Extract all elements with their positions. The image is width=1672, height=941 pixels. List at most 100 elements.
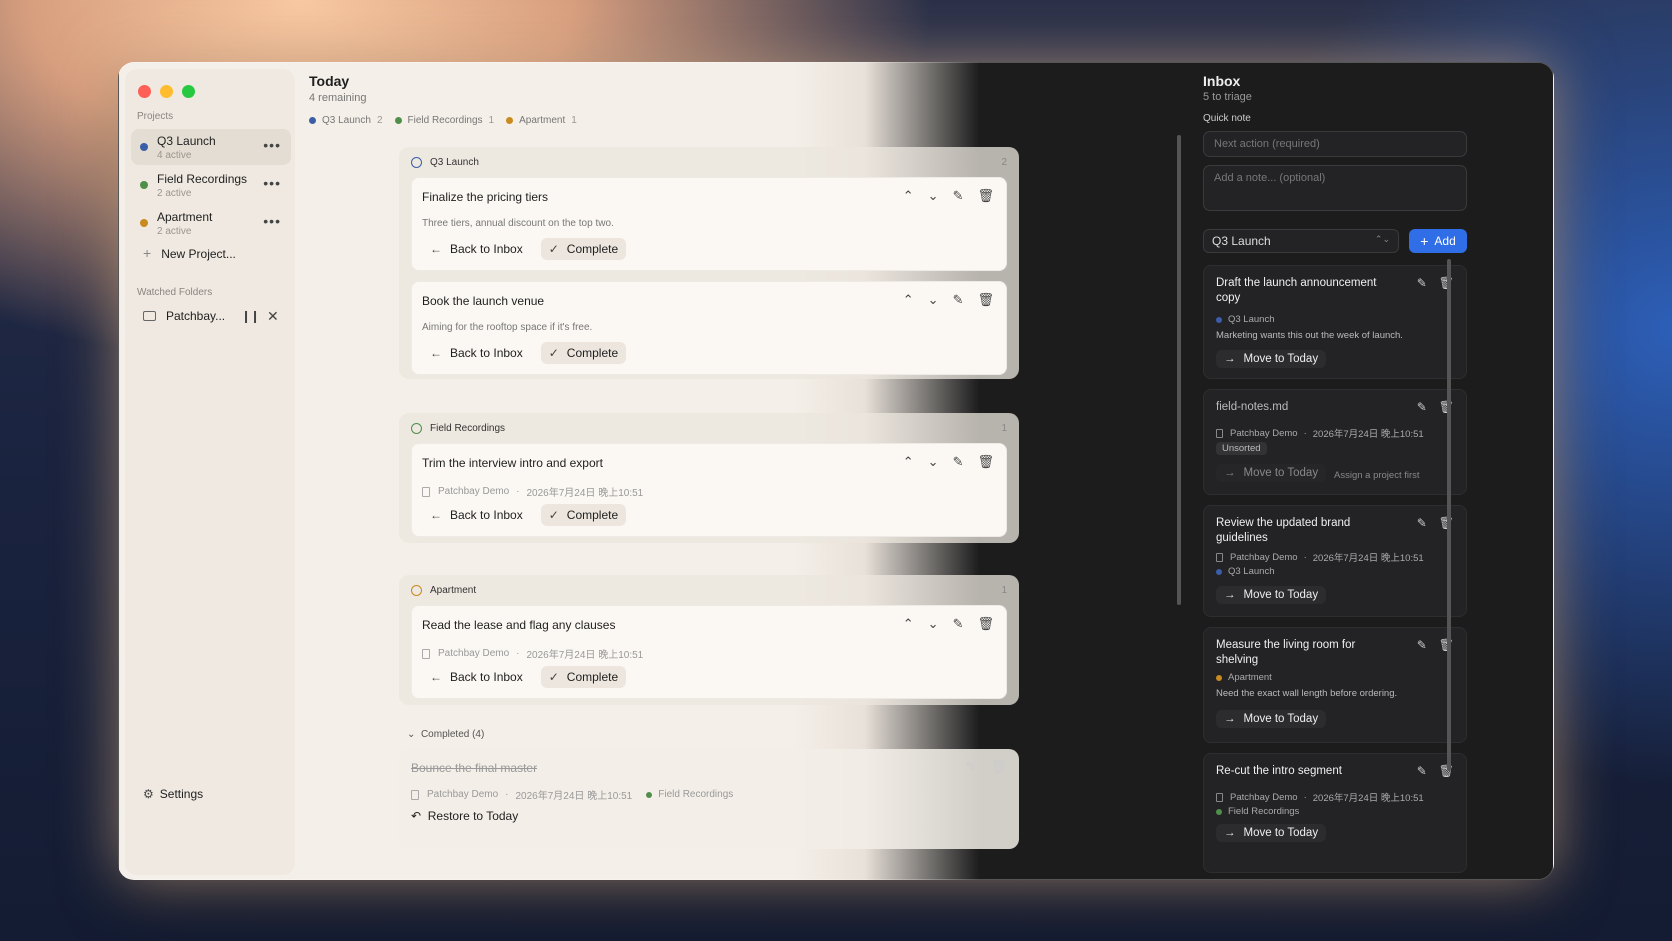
more-icon[interactable]: ••• xyxy=(263,175,281,191)
source-name: Patchbay Demo xyxy=(427,789,499,800)
completed-task-card[interactable]: Bounce the final master ✎ 🗑 Patchbay Dem… xyxy=(399,749,1019,849)
sidebar: Projects Q3 Launch 4 active ••• Field Re… xyxy=(125,69,295,875)
project-color-dot xyxy=(506,117,514,124)
chevron-down-icon[interactable]: ⌄ xyxy=(928,188,939,204)
gear-icon: ⚙ xyxy=(143,787,154,801)
trash-icon[interactable]: 🗑 xyxy=(990,759,1007,775)
sidebar-project-q3-launch[interactable]: Q3 Launch 4 active ••• xyxy=(131,129,291,165)
move-to-today-button[interactable]: → Move to Today xyxy=(1216,464,1327,482)
remove-folder-icon[interactable]: ✕ xyxy=(267,308,279,325)
settings-button[interactable]: ⚙ Settings xyxy=(143,787,203,801)
source-date: 2026年7月24日 晚上10:51 xyxy=(1312,429,1424,440)
task-card[interactable]: Trim the interview intro and export ⌃ ⌄ … xyxy=(411,443,1007,537)
task-card[interactable]: Finalize the pricing tiers ⌃ ⌄ ✎ 🗑 Three… xyxy=(411,177,1007,271)
complete-button[interactable]: ✓ Complete xyxy=(540,666,627,688)
task-actions: ← Back to Inbox ✓ Complete xyxy=(422,238,627,260)
arrow-right-icon: → xyxy=(1224,353,1236,365)
close-window-button[interactable] xyxy=(138,85,151,98)
trash-icon[interactable]: 🗑 xyxy=(977,616,994,632)
chip-q3-launch[interactable]: Q3 Launch 2 xyxy=(309,115,383,126)
complete-button[interactable]: ✓ Complete xyxy=(540,238,627,260)
back-to-inbox-button[interactable]: ← Back to Inbox xyxy=(422,666,531,688)
add-button[interactable]: + Add xyxy=(1409,229,1467,253)
chip-name: Q3 Launch xyxy=(322,115,371,126)
chevron-up-icon[interactable]: ⌃ xyxy=(903,188,914,204)
pencil-icon[interactable]: ✎ xyxy=(953,616,964,632)
back-to-inbox-button[interactable]: ← Back to Inbox xyxy=(422,504,531,526)
chip-field-recordings[interactable]: Field Recordings 1 xyxy=(394,115,494,126)
back-to-inbox-button[interactable]: ← Back to Inbox xyxy=(422,342,531,364)
pencil-icon[interactable]: ✎ xyxy=(1417,276,1427,290)
project-color-dot xyxy=(646,791,653,798)
checkmark-icon: ✓ xyxy=(548,670,559,684)
item-title: Draft the launch announcement copy xyxy=(1216,277,1377,304)
chip-apartment[interactable]: Apartment 1 xyxy=(506,115,577,126)
project-active-count: 2 active xyxy=(157,226,192,237)
inbox-item[interactable]: Re-cut the intro segment ✎ 🗑 Patchbay Dem… xyxy=(1203,753,1467,873)
group-apartment: Apartment 1 Read the lease and flag any … xyxy=(399,575,1019,705)
file-icon xyxy=(1216,792,1223,802)
project-name: Apartment xyxy=(157,210,213,224)
file-icon xyxy=(422,648,430,659)
task-tools: ✎ 🗑 xyxy=(966,759,1007,775)
move-to-today-button[interactable]: → Move to Today xyxy=(1216,824,1327,842)
more-icon[interactable]: ••• xyxy=(263,137,281,153)
inbox-item[interactable]: Draft the launch announcement copy ✎🗑 Q3… xyxy=(1203,265,1467,379)
chevron-down-icon[interactable]: ⌄ xyxy=(928,292,939,308)
more-icon[interactable]: ••• xyxy=(263,213,281,229)
project-select[interactable]: Q3 Launch ⌃⌄ xyxy=(1203,229,1399,253)
chevron-down-icon[interactable]: ⌄ xyxy=(928,454,939,470)
pencil-icon[interactable]: ✎ xyxy=(953,188,964,204)
minimize-window-button[interactable] xyxy=(160,85,173,98)
chevron-down-icon[interactable]: ⌄ xyxy=(928,616,939,632)
chevron-up-icon[interactable]: ⌃ xyxy=(903,454,914,470)
next-action-input[interactable]: Next action (required) xyxy=(1203,131,1467,157)
inbox-item[interactable]: Review the updated brand guidelines ✎🗑 P… xyxy=(1203,505,1467,617)
pencil-icon[interactable]: ✎ xyxy=(1417,764,1427,778)
new-project-button[interactable]: + New Project... xyxy=(143,245,236,261)
move-label: Move to Today xyxy=(1243,713,1319,725)
unsorted-badge: Unsorted xyxy=(1216,442,1267,455)
inbox-item[interactable]: Measure the living room for shelving ✎🗑 … xyxy=(1203,627,1467,743)
move-to-today-button[interactable]: → Move to Today xyxy=(1216,710,1327,728)
item-project-name: Q3 Launch xyxy=(1228,566,1275,577)
file-icon xyxy=(422,486,430,497)
trash-icon[interactable]: 🗑 xyxy=(977,292,994,308)
inbox-scrollbar[interactable] xyxy=(1447,259,1451,771)
complete-button[interactable]: ✓ Complete xyxy=(540,342,627,364)
completed-toggle[interactable]: ⌄ Completed (4) xyxy=(407,729,484,740)
move-to-today-button[interactable]: → Move to Today xyxy=(1216,350,1327,368)
watched-folders-label: Watched Folders xyxy=(137,287,213,298)
pencil-icon[interactable]: ✎ xyxy=(953,292,964,308)
restore-to-today-button[interactable]: ↶ Restore to Today xyxy=(411,809,518,823)
watched-folder-item[interactable]: Patchbay... ❙❙ ✕ xyxy=(143,308,283,325)
task-note: Aiming for the rooftop space if it's fre… xyxy=(422,322,593,333)
project-color-dot xyxy=(1216,808,1222,815)
move-to-today-button[interactable]: → Move to Today xyxy=(1216,586,1327,604)
sidebar-project-apartment[interactable]: Apartment 2 active ••• xyxy=(131,205,291,241)
sidebar-project-field-recordings[interactable]: Field Recordings 2 active ••• xyxy=(131,167,291,203)
pencil-icon[interactable]: ✎ xyxy=(1417,400,1427,414)
task-title: Read the lease and flag any clauses xyxy=(422,618,616,632)
pencil-icon[interactable]: ✎ xyxy=(1417,516,1427,530)
pencil-icon[interactable]: ✎ xyxy=(966,759,977,775)
main-scrollbar[interactable] xyxy=(1177,135,1181,605)
chevron-up-icon[interactable]: ⌃ xyxy=(903,616,914,632)
pause-icon[interactable]: ❙❙ xyxy=(241,309,260,323)
inbox-item[interactable]: field-notes.md ✎🗑 Patchbay Demo·2026年7月2… xyxy=(1203,389,1467,495)
pencil-icon[interactable]: ✎ xyxy=(1417,638,1427,652)
complete-button[interactable]: ✓ Complete xyxy=(540,504,627,526)
chevron-up-icon[interactable]: ⌃ xyxy=(903,292,914,308)
zoom-window-button[interactable] xyxy=(182,85,195,98)
project-color-dot xyxy=(1216,568,1222,575)
trash-icon[interactable]: 🗑 xyxy=(977,454,994,470)
task-card[interactable]: Book the launch venue ⌃ ⌄ ✎ 🗑 Aiming for… xyxy=(411,281,1007,375)
item-source: Patchbay Demo · 2026年7月24日 晚上10:51 xyxy=(1216,550,1424,564)
back-to-inbox-button[interactable]: ← Back to Inbox xyxy=(422,238,531,260)
item-title: field-notes.md xyxy=(1216,401,1289,413)
item-project-name: Q3 Launch xyxy=(1228,314,1275,325)
note-input[interactable]: Add a note... (optional) xyxy=(1203,165,1467,211)
task-card[interactable]: Read the lease and flag any clauses ⌃ ⌄ … xyxy=(411,605,1007,699)
trash-icon[interactable]: 🗑 xyxy=(977,188,994,204)
pencil-icon[interactable]: ✎ xyxy=(953,454,964,470)
